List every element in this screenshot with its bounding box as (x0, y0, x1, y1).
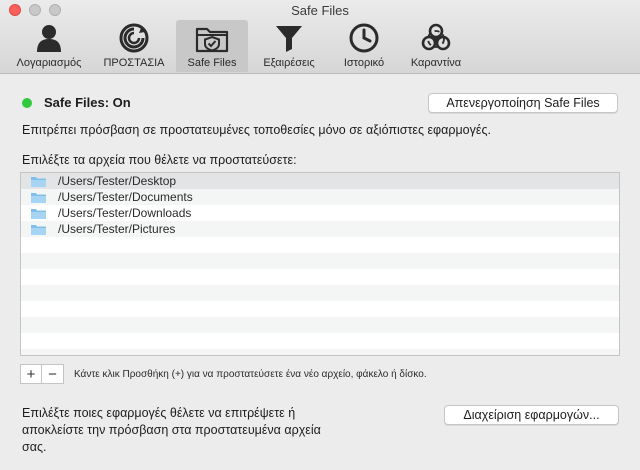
tab-account-label: Λογαριασμός (16, 57, 82, 69)
folder-path: /Users/Tester/Pictures (58, 222, 176, 236)
tab-safe-files-label: Safe Files (187, 57, 237, 69)
tab-history[interactable]: Ιστορικό (330, 20, 398, 72)
folder-icon (31, 208, 46, 219)
choose-files-label: Επιλέξτε τα αρχεία που θέλετε να προστατ… (22, 153, 297, 167)
disable-safe-files-button[interactable]: Απενεργοποίηση Safe Files (428, 93, 618, 113)
list-item[interactable]: /Users/Tester/Pictures (21, 221, 619, 237)
toolbar-tabs: Λογαριασμός ΠΡΟΣΤΑΣΙΑ Safe Files Εξαιρέσ… (6, 20, 474, 72)
folder-icon (31, 224, 46, 235)
tab-quarantine-label: Καραντίνα (410, 57, 462, 69)
empty-row (21, 333, 619, 349)
toolbar: Safe Files Λογαριασμός ΠΡΟΣΤΑΣΙΑ Safe Fi… (0, 0, 640, 74)
list-item[interactable]: /Users/Tester/Documents (21, 189, 619, 205)
tab-history-label: Ιστορικό (343, 57, 385, 69)
empty-row (21, 269, 619, 285)
empty-row (21, 301, 619, 317)
tab-safe-files[interactable]: Safe Files (176, 20, 248, 72)
empty-row (21, 317, 619, 333)
status-indicator-dot (22, 97, 32, 108)
quarantine-biohazard-icon (419, 22, 453, 54)
manage-apps-button[interactable]: Διαχείριση εφαρμογών... (444, 405, 619, 425)
tab-protection-label: ΠΡΟΣΤΑΣΙΑ (103, 57, 165, 69)
tab-quarantine[interactable]: Καραντίνα (398, 20, 474, 72)
protected-folders-list[interactable]: /Users/Tester/Desktop /Users/Tester/Docu… (20, 172, 620, 356)
empty-row (21, 253, 619, 269)
folder-path: /Users/Tester/Downloads (58, 206, 192, 220)
tab-exclusions[interactable]: Εξαιρέσεις (248, 20, 330, 72)
folder-path: /Users/Tester/Documents (58, 190, 193, 204)
protection-icon (117, 22, 151, 54)
window-title: Safe Files (291, 3, 349, 18)
list-item[interactable]: /Users/Tester/Desktop (21, 173, 619, 189)
history-clock-icon (347, 22, 381, 54)
exclusions-filter-icon (272, 22, 306, 54)
folder-path: /Users/Tester/Desktop (58, 174, 177, 188)
tab-account[interactable]: Λογαριασμός (6, 20, 92, 72)
safe-files-window: Safe Files Λογαριασμός ΠΡΟΣΤΑΣΙΑ Safe Fi… (0, 0, 640, 470)
folder-icon (31, 176, 46, 187)
safe-files-panel: Safe Files: On Απενεργοποίηση Safe Files… (0, 75, 640, 470)
add-hint-text: Κάντε κλικ Προσθήκη (+) για να προστατεύ… (74, 369, 427, 380)
tab-exclusions-label: Εξαιρέσεις (263, 57, 315, 69)
description-text: Επιτρέπει πρόσβαση σε προστατευμένες τοπ… (22, 123, 491, 137)
add-remove-controls: + − (20, 364, 64, 384)
folder-icon (31, 192, 46, 203)
status-row: Safe Files: On (22, 95, 131, 110)
account-icon (32, 22, 66, 54)
remove-folder-button[interactable]: − (42, 364, 64, 384)
safe-files-icon (195, 22, 229, 54)
empty-row (21, 349, 619, 355)
list-item[interactable]: /Users/Tester/Downloads (21, 205, 619, 221)
empty-row (21, 285, 619, 301)
add-folder-button[interactable]: + (20, 364, 42, 384)
apps-description-text: Επιλέξτε ποιες εφαρμογές θέλετε να επιτρ… (22, 406, 321, 454)
tab-protection[interactable]: ΠΡΟΣΤΑΣΙΑ (92, 20, 176, 72)
status-text: Safe Files: On (44, 95, 131, 110)
empty-row (21, 237, 619, 253)
